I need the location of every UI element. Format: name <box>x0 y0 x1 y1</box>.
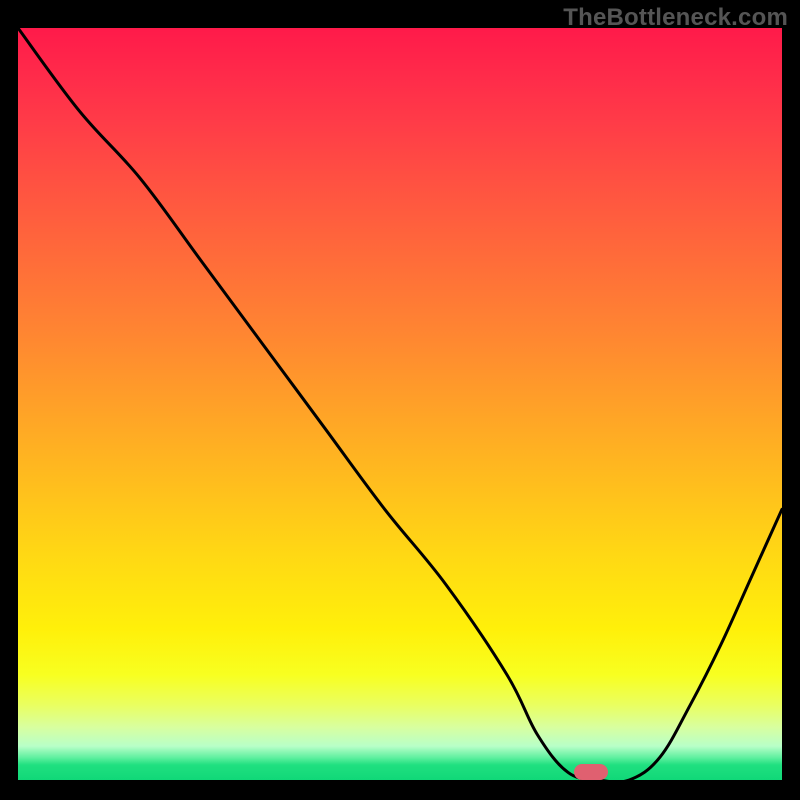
bottleneck-curve <box>18 28 782 780</box>
watermark-text: TheBottleneck.com <box>563 4 788 32</box>
optimal-marker <box>574 764 608 780</box>
plot-area <box>18 28 782 780</box>
chart-frame: TheBottleneck.com <box>0 0 800 800</box>
